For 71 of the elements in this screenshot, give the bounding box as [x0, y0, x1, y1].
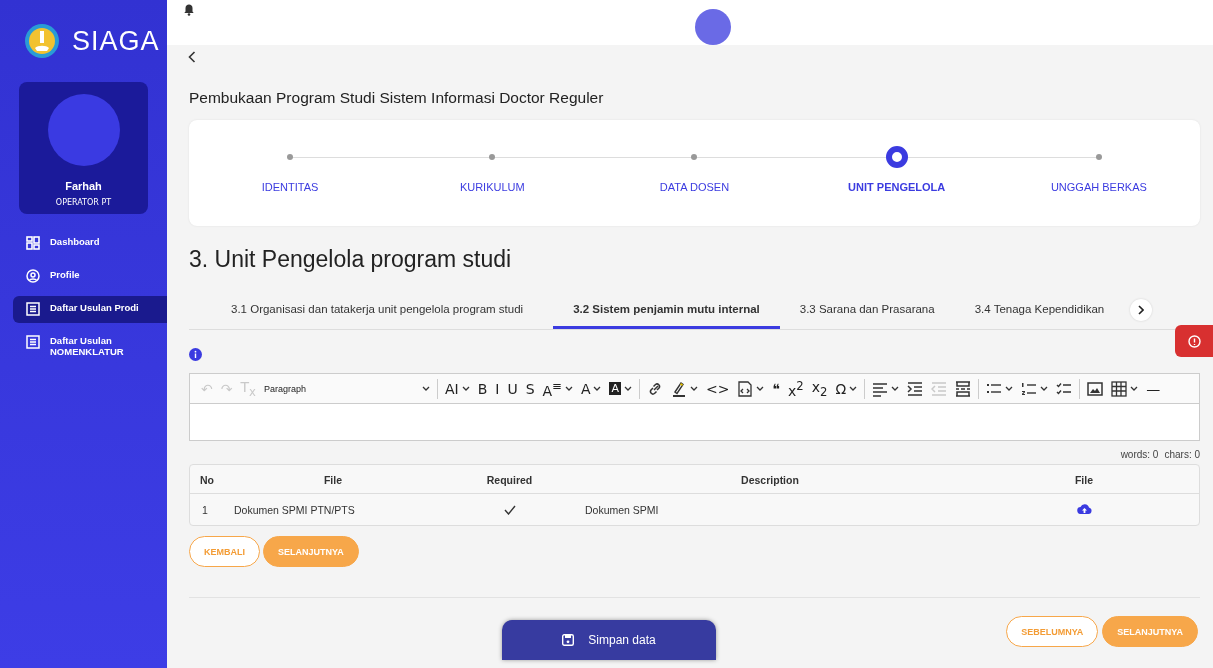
- toolbar-button[interactable]: A$^{≡}$: [539, 377, 576, 400]
- cloud-upload-icon: [1076, 503, 1092, 514]
- next-tab-button[interactable]: [1130, 299, 1153, 321]
- word-count: words: 0: [1120, 449, 1159, 460]
- toolbar-button[interactable]: ❝: [769, 377, 784, 400]
- column-header: Required: [448, 465, 571, 494]
- outdent-icon: [931, 380, 948, 397]
- bell-icon: [184, 4, 194, 16]
- user-name: Farhah: [65, 180, 102, 192]
- column-header: File: [218, 465, 448, 494]
- toolbar-button[interactable]: AI: [441, 377, 473, 400]
- toolbar-button[interactable]: x$^{2}$: [785, 377, 807, 400]
- toolbar-button[interactable]: S: [522, 377, 538, 400]
- toolbar-button[interactable]: —: [1143, 377, 1164, 400]
- sidebar-item[interactable]: Daftar Usulan NOMENKLATUR: [13, 329, 167, 364]
- step-label[interactable]: UNGGAH BERKAS: [1050, 181, 1147, 193]
- toolbar-button[interactable]: <>: [703, 377, 733, 400]
- toolbar-button[interactable]: x$_{2}$: [808, 377, 831, 400]
- sidebar-item[interactable]: Daftar Usulan Prodi: [13, 296, 167, 323]
- image-icon: [1087, 380, 1104, 397]
- align-left-icon: [872, 380, 889, 397]
- checkmark-icon: [503, 504, 516, 515]
- info-icon: [189, 348, 202, 361]
- step-label[interactable]: DATA DOSEN: [659, 181, 730, 193]
- list-icon: [26, 302, 40, 316]
- table-icon: [1111, 380, 1128, 397]
- indent-icon: [907, 380, 924, 397]
- page-break-icon: [955, 380, 972, 397]
- page-title: Pembukaan Program Studi Sistem Informasi Doctor Reguler: [189, 89, 605, 107]
- back-chevron-icon: [188, 51, 196, 63]
- user-circle-icon: [26, 269, 40, 283]
- sidebar-item[interactable]: Dashboard: [13, 230, 167, 257]
- toolbar-button[interactable]: Ω: [832, 377, 861, 400]
- code-block-icon: [737, 380, 754, 397]
- avatar[interactable]: [695, 9, 731, 45]
- table-cell-text: Dokumen SPMI: [584, 502, 660, 518]
- user-role: OPERATOR PT: [55, 198, 112, 207]
- app-name: SIAGA: [72, 25, 160, 57]
- numbered-list-icon: [1021, 380, 1038, 397]
- tab[interactable]: 3.2 Sistem penjamin mutu internal: [553, 291, 780, 329]
- upload-button[interactable]: [1076, 503, 1092, 516]
- list-icon: [26, 335, 40, 349]
- checklist-icon: [1056, 380, 1073, 397]
- grid-icon: [26, 236, 40, 250]
- save-button[interactable]: Simpan data: [502, 620, 716, 660]
- step-label[interactable]: IDENTITAS: [261, 181, 319, 193]
- toolbar-button[interactable]: I: [492, 377, 503, 400]
- step-label[interactable]: UNIT PENGELOLA: [848, 181, 946, 193]
- column-header: Description: [571, 465, 969, 494]
- alert-button[interactable]: [1175, 325, 1213, 357]
- sidebar-item[interactable]: Profile: [13, 263, 167, 290]
- tab[interactable]: 3.1 Organisasi dan tatakerja unit pengelola program studi: [209, 291, 554, 329]
- link-icon: [647, 380, 663, 397]
- char-count: chars: 0: [1164, 449, 1200, 460]
- table-cell-text: Dokumen SPMI PTN/PTS: [233, 502, 356, 518]
- toolbar-button[interactable]: B: [474, 377, 491, 400]
- table-cell-text: 1: [201, 502, 209, 518]
- paragraph-select[interactable]: Paragraph: [260, 377, 433, 400]
- step-label[interactable]: KURIKULUM: [459, 181, 525, 193]
- alert-icon: [1187, 334, 1201, 348]
- toolbar-button[interactable]: U: [504, 377, 521, 400]
- column-header: File: [969, 465, 1199, 494]
- highlighter-icon: [671, 380, 687, 397]
- chevron-right-icon: [1138, 305, 1145, 315]
- section-title: 3. Unit Pengelola program studi: [189, 246, 513, 273]
- toolbar-button[interactable]: A: [606, 377, 635, 400]
- tab[interactable]: 3.4 Tenaga Kependidikan: [954, 291, 1125, 329]
- column-header: No: [190, 465, 218, 494]
- tab[interactable]: 3.3 Sarana dan Prasarana: [779, 291, 955, 329]
- emblem-icon: [24, 23, 60, 59]
- toolbar-button[interactable]: A: [577, 377, 605, 400]
